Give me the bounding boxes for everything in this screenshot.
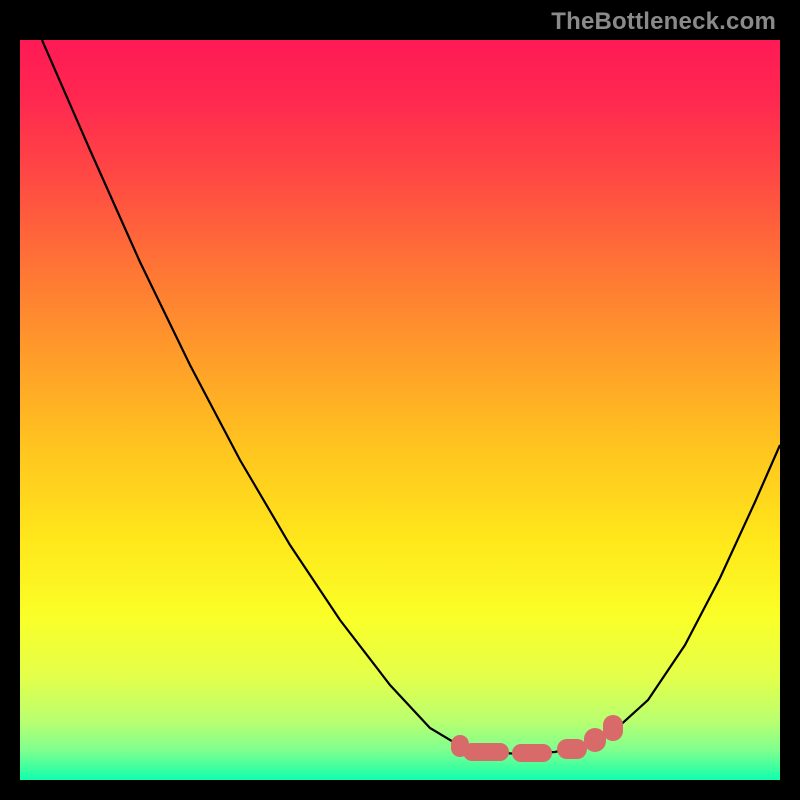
bottleneck-chart [20, 40, 780, 780]
gradient-background [20, 40, 780, 780]
attribution-text: TheBottleneck.com [551, 8, 776, 36]
optimal-marker [463, 743, 509, 761]
optimal-marker [603, 715, 623, 741]
plot-area [20, 40, 780, 780]
optimal-marker [584, 728, 606, 752]
optimal-marker [557, 739, 587, 759]
chart-frame: TheBottleneck.com [0, 0, 800, 800]
optimal-marker [512, 744, 552, 762]
